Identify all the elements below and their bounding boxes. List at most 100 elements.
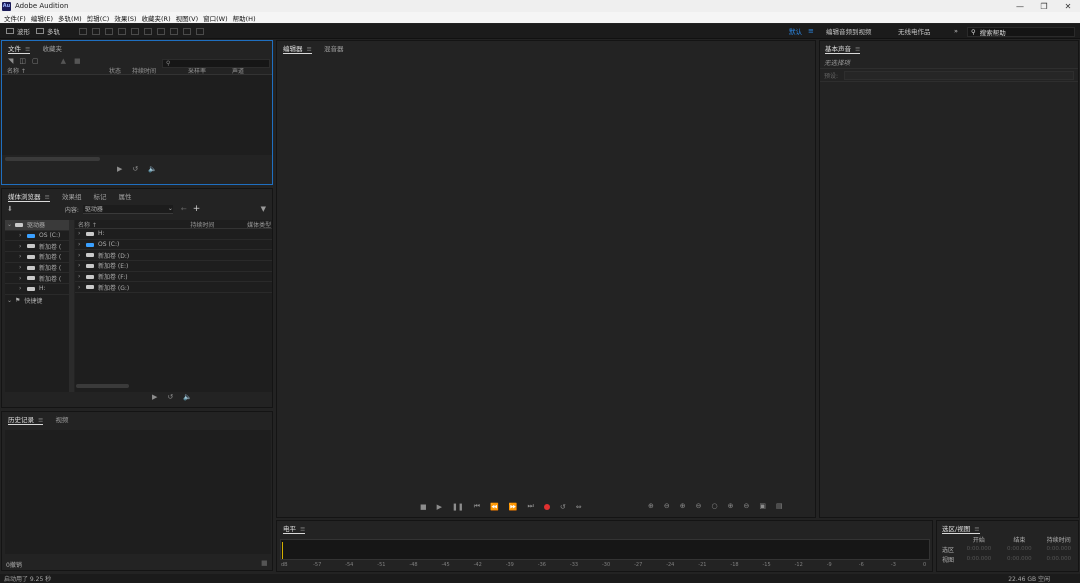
slip-tool-icon[interactable] xyxy=(131,27,139,35)
tab-properties[interactable]: 属性 xyxy=(118,191,131,201)
col-status[interactable]: 状态 xyxy=(109,66,132,75)
time-selection-tool-icon[interactable] xyxy=(144,27,152,35)
tab-markers[interactable]: 标记 xyxy=(93,191,106,201)
tab-history[interactable]: 历史记录 ≡ xyxy=(8,414,44,425)
tab-mixer[interactable]: 混音器 xyxy=(324,43,344,53)
view-start-value[interactable]: 0:00.000 xyxy=(959,556,999,562)
tree-shortcuts[interactable]: ⌄ ⚑ 快捷键 xyxy=(5,295,69,306)
content-select[interactable]: 驱动器 ⌄ xyxy=(82,204,173,214)
play-icon[interactable]: ▶ xyxy=(152,393,157,401)
splitter-handle[interactable] xyxy=(69,220,74,392)
tree-item[interactable]: › OS (C:) xyxy=(5,231,69,242)
record-icon[interactable] xyxy=(543,503,550,510)
help-search-input[interactable]: ⚲ 搜索帮助 xyxy=(967,27,1075,37)
list-item[interactable]: › 新加卷 (D:) xyxy=(75,250,272,262)
marquee-tool-icon[interactable] xyxy=(157,27,165,35)
tab-editor[interactable]: 编辑器 ≡ xyxy=(283,43,312,54)
tab-files[interactable]: 文件 ≡ xyxy=(8,43,31,54)
menu-multitrack[interactable]: 多轨(M) xyxy=(58,13,82,23)
move-tool-icon[interactable] xyxy=(105,27,113,35)
filter-icon[interactable]: ▼ xyxy=(261,205,266,213)
zoom-out-time-icon[interactable]: ⊖ xyxy=(696,502,702,510)
workspace-radio[interactable]: 无线电作品 xyxy=(898,26,931,36)
selection-duration-value[interactable]: 0:00.000 xyxy=(1040,546,1078,552)
brush-tool-icon[interactable] xyxy=(183,27,191,35)
preset-select[interactable] xyxy=(844,70,1075,80)
tree-item[interactable]: › 新加卷 ( xyxy=(5,273,69,285)
zoom-selection-icon[interactable]: ▣ xyxy=(759,502,766,510)
insert-icon[interactable]: ▲ xyxy=(61,57,66,65)
files-scrollbar[interactable] xyxy=(5,157,100,161)
menu-help[interactable]: 帮助(H) xyxy=(233,13,256,23)
play-icon[interactable]: ▶ xyxy=(437,503,442,511)
tab-essential-sound[interactable]: 基本声音 ≡ xyxy=(825,43,861,54)
col-media-type[interactable]: 媒体类型 xyxy=(247,220,272,229)
tab-video[interactable]: 视频 xyxy=(55,414,68,424)
selection-end-value[interactable]: 0:00.000 xyxy=(999,546,1039,552)
zoom-in-time-icon[interactable]: ⊕ xyxy=(680,502,686,510)
loop-icon[interactable]: ↺ xyxy=(560,503,566,511)
list-item[interactable]: › 新加卷 (E:) xyxy=(75,261,272,272)
view-duration-value[interactable]: 0:00.000 xyxy=(1040,556,1078,562)
autoplay-icon[interactable]: 🔈 xyxy=(148,165,157,173)
panel-menu-icon[interactable]: ≡ xyxy=(307,45,312,53)
panel-menu-icon[interactable]: ≡ xyxy=(45,193,50,201)
tree-item[interactable]: › H: xyxy=(5,284,69,295)
panel-menu-icon[interactable]: ≡ xyxy=(855,45,860,53)
col-name[interactable]: 名称 ↑ xyxy=(78,220,190,229)
lasso-tool-icon[interactable] xyxy=(170,27,178,35)
stop-icon[interactable]: ■ xyxy=(420,503,427,511)
new-file-icon[interactable]: ▢ xyxy=(32,57,39,65)
tab-favorites[interactable]: 收藏夹 xyxy=(42,43,62,53)
zoom-out-full-icon[interactable]: ○ xyxy=(712,502,718,510)
tab-selection-view[interactable]: 选区/视图 ≡ xyxy=(942,523,980,534)
history-list[interactable] xyxy=(5,430,271,554)
files-list[interactable] xyxy=(2,75,272,155)
menu-favorites[interactable]: 收藏夹(R) xyxy=(142,13,171,23)
zoom-in-amplitude-icon[interactable]: ⊕ xyxy=(648,502,654,510)
list-item[interactable]: › 新加卷 (G:) xyxy=(75,282,272,294)
menu-window[interactable]: 窗口(W) xyxy=(203,13,228,23)
zoom-out-amplitude-icon[interactable]: ⊖ xyxy=(664,502,670,510)
workspace-more-button[interactable]: » xyxy=(954,27,958,35)
razor-tool-icon[interactable] xyxy=(118,27,126,35)
list-scrollbar[interactable] xyxy=(76,384,129,388)
tab-effects-rack[interactable]: 效果组 xyxy=(62,191,82,201)
list-item[interactable]: › H: xyxy=(75,229,272,240)
selection-start-value[interactable]: 0:00.000 xyxy=(959,546,999,552)
zoom-in-point-icon[interactable]: ⊕ xyxy=(728,502,734,510)
files-search-input[interactable]: ⚲ xyxy=(162,59,270,68)
back-icon[interactable]: ← xyxy=(181,205,187,213)
delete-icon[interactable]: ■ xyxy=(74,57,81,65)
import-file-icon[interactable]: ◫ xyxy=(19,57,26,65)
menu-clip[interactable]: 剪辑(C) xyxy=(87,13,110,23)
spot-healing-icon[interactable] xyxy=(196,27,204,35)
menu-view[interactable]: 视图(V) xyxy=(176,13,199,23)
play-icon[interactable]: ▶ xyxy=(117,165,122,173)
pause-icon[interactable]: ❚❚ xyxy=(452,503,464,511)
pitch-display-icon[interactable] xyxy=(92,27,100,35)
panel-menu-icon[interactable]: ≡ xyxy=(38,416,43,424)
col-name[interactable]: 名称 ↑ xyxy=(7,66,109,75)
workspace-default[interactable]: 默认 xyxy=(789,26,802,36)
panel-menu-icon[interactable]: ≡ xyxy=(300,525,305,533)
tab-media-browser[interactable]: 媒体浏览器 ≡ xyxy=(8,191,50,202)
skip-selection-icon[interactable]: ⇔ xyxy=(576,503,582,511)
trash-icon[interactable]: ■ xyxy=(261,559,268,567)
menu-edit[interactable]: 编辑(E) xyxy=(31,13,53,23)
tree-item[interactable]: › 新加卷 ( xyxy=(5,241,69,253)
workspace-menu-icon[interactable]: ≡ xyxy=(808,27,814,35)
menu-effects[interactable]: 效果(S) xyxy=(114,13,136,23)
skip-to-end-icon[interactable]: ⏭ xyxy=(528,502,534,511)
panel-menu-icon[interactable]: ≡ xyxy=(974,525,979,533)
autoplay-icon[interactable]: 🔈 xyxy=(183,393,192,401)
col-duration[interactable]: 持续时间 xyxy=(190,220,247,229)
close-icon[interactable]: ✕ xyxy=(1056,2,1080,11)
restore-icon[interactable]: ❐ xyxy=(1032,2,1056,11)
zoom-out-point-icon[interactable]: ⊖ xyxy=(743,502,749,510)
rewind-icon[interactable]: ⏪ xyxy=(490,503,499,511)
multitrack-mode-button[interactable]: 多轨 xyxy=(36,26,60,36)
open-file-icon[interactable]: ◥ xyxy=(8,57,13,65)
tab-levels[interactable]: 电平 ≡ xyxy=(283,523,306,534)
panel-menu-icon[interactable]: ≡ xyxy=(25,45,30,53)
